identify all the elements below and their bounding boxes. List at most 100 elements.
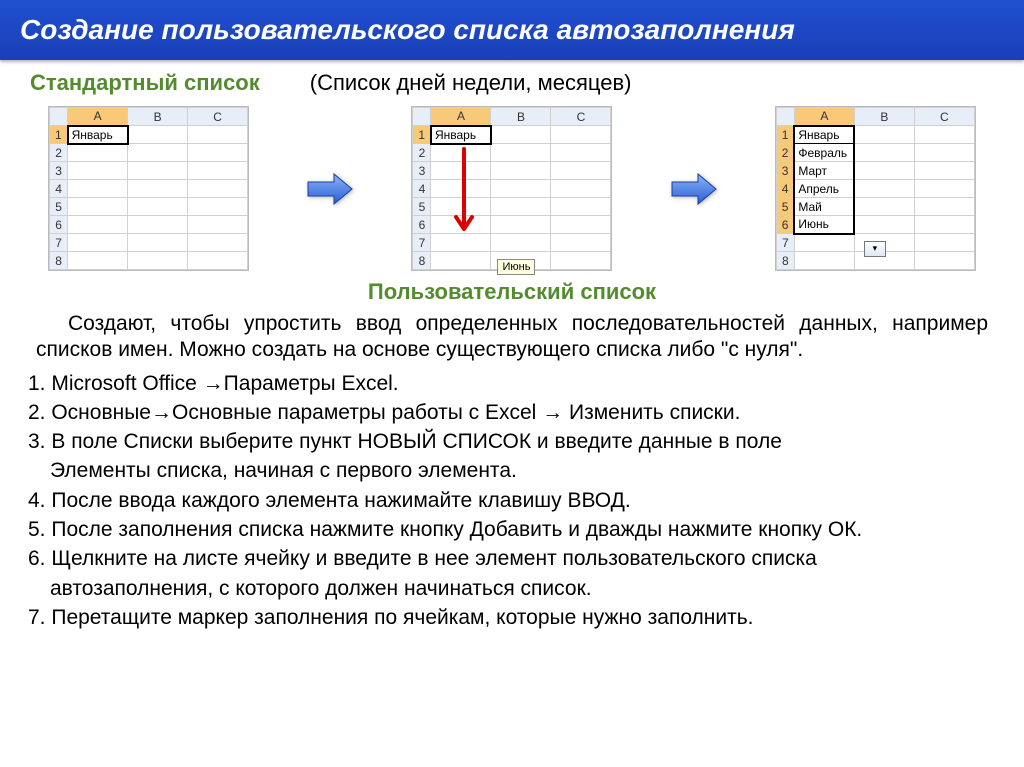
cell-a4: Апрель — [794, 180, 854, 198]
col-header-a: A — [794, 108, 854, 126]
instruction-steps: 1. Microsoft Office →Параметры Excel. 2.… — [28, 370, 996, 632]
cell — [491, 162, 551, 180]
cell — [491, 126, 551, 144]
cell — [188, 126, 248, 144]
col-header-a: A — [431, 108, 491, 126]
row-header: 8 — [776, 252, 794, 270]
cell — [854, 144, 914, 162]
cell — [128, 126, 188, 144]
cell — [491, 234, 551, 252]
cell — [854, 126, 914, 144]
subtitle-row: Стандартный список (Список дней недели, … — [30, 70, 994, 96]
step-4: 4. После ввода каждого элемента нажимайт… — [28, 487, 996, 514]
step-7: 7. Перетащите маркер заполнения по ячейк… — [28, 604, 996, 631]
row-header: 2 — [413, 144, 431, 162]
cell — [551, 144, 611, 162]
cell — [551, 162, 611, 180]
col-header-c: C — [551, 108, 611, 126]
cell — [68, 180, 128, 198]
cell — [854, 162, 914, 180]
spreadsheet-1: A B C 1Январь 2 3 4 5 6 7 8 — [48, 106, 249, 271]
spreadsheet-2: A B C 1Январь 2 3 4 5 6 7 8 Июнь — [411, 106, 612, 271]
cell — [491, 198, 551, 216]
cell — [188, 216, 248, 234]
row-header: 6 — [776, 216, 794, 234]
step-2: 2. Основные→Основные параметры работы с … — [28, 399, 996, 426]
cell — [551, 234, 611, 252]
row-header: 7 — [776, 234, 794, 252]
cell — [914, 252, 974, 270]
col-header-b: B — [854, 108, 914, 126]
row-header: 2 — [50, 144, 68, 162]
cell — [431, 216, 491, 234]
cell-a5: Май — [794, 198, 854, 216]
row-header: 6 — [413, 216, 431, 234]
row-header: 6 — [50, 216, 68, 234]
row-header: 5 — [413, 198, 431, 216]
col-header-a: A — [68, 108, 128, 126]
step-6b: автозаполнения, с которого должен начина… — [50, 575, 996, 602]
cell-a1: Январь — [68, 126, 128, 144]
row-header: 3 — [50, 162, 68, 180]
cell — [188, 234, 248, 252]
cell — [68, 216, 128, 234]
subtitle-example: (Список дней недели, месяцев) — [310, 70, 632, 96]
cell-a6: Июнь — [794, 216, 854, 234]
cell — [914, 198, 974, 216]
cell — [188, 162, 248, 180]
cell — [188, 180, 248, 198]
col-header-b: B — [128, 108, 188, 126]
row-header: 4 — [413, 180, 431, 198]
cell — [431, 234, 491, 252]
cell — [854, 198, 914, 216]
col-header-b: B — [491, 108, 551, 126]
row-header: 7 — [413, 234, 431, 252]
corner-cell — [50, 108, 68, 126]
cell — [914, 126, 974, 144]
cell — [68, 198, 128, 216]
cell — [551, 198, 611, 216]
cell — [188, 252, 248, 270]
cell — [914, 180, 974, 198]
row-header: 5 — [50, 198, 68, 216]
cell — [68, 144, 128, 162]
row-header: 4 — [776, 180, 794, 198]
row-header: 5 — [776, 198, 794, 216]
cell — [914, 234, 974, 252]
cell — [431, 180, 491, 198]
cell — [914, 144, 974, 162]
cell — [128, 198, 188, 216]
step-1: 1. Microsoft Office →Параметры Excel. — [28, 370, 996, 397]
cell — [854, 216, 914, 234]
cell — [551, 252, 611, 270]
arrow-right-icon — [669, 169, 719, 209]
cell — [491, 180, 551, 198]
arrow-right-icon — [305, 169, 355, 209]
cell — [431, 162, 491, 180]
cell — [491, 144, 551, 162]
cell — [551, 126, 611, 144]
sheets-row: A B C 1Январь 2 3 4 5 6 7 8 A B C — [20, 106, 1004, 271]
col-header-c: C — [914, 108, 974, 126]
custom-list-title: Пользовательский список — [0, 279, 1024, 305]
cell — [68, 162, 128, 180]
cell — [551, 180, 611, 198]
row-header: 7 — [50, 234, 68, 252]
col-header-c: C — [188, 108, 248, 126]
cell — [431, 144, 491, 162]
spreadsheet-3: A B C 1Январь 2Февраль 3Март 4Апрель 5Ма… — [775, 106, 976, 271]
cell — [794, 252, 854, 270]
autofill-tooltip: Июнь — [497, 259, 535, 275]
cell — [914, 162, 974, 180]
step-3b: Элементы списка, начиная с первого элеме… — [50, 457, 996, 484]
cell — [128, 180, 188, 198]
cell — [128, 234, 188, 252]
row-header: 2 — [776, 144, 794, 162]
cell — [854, 180, 914, 198]
cell — [68, 234, 128, 252]
cell — [128, 216, 188, 234]
cell-a1: Январь — [794, 126, 854, 144]
cell — [188, 144, 248, 162]
step-3a: 3. В поле Списки выберите пункт НОВЫЙ СП… — [28, 428, 996, 455]
row-header: 3 — [413, 162, 431, 180]
